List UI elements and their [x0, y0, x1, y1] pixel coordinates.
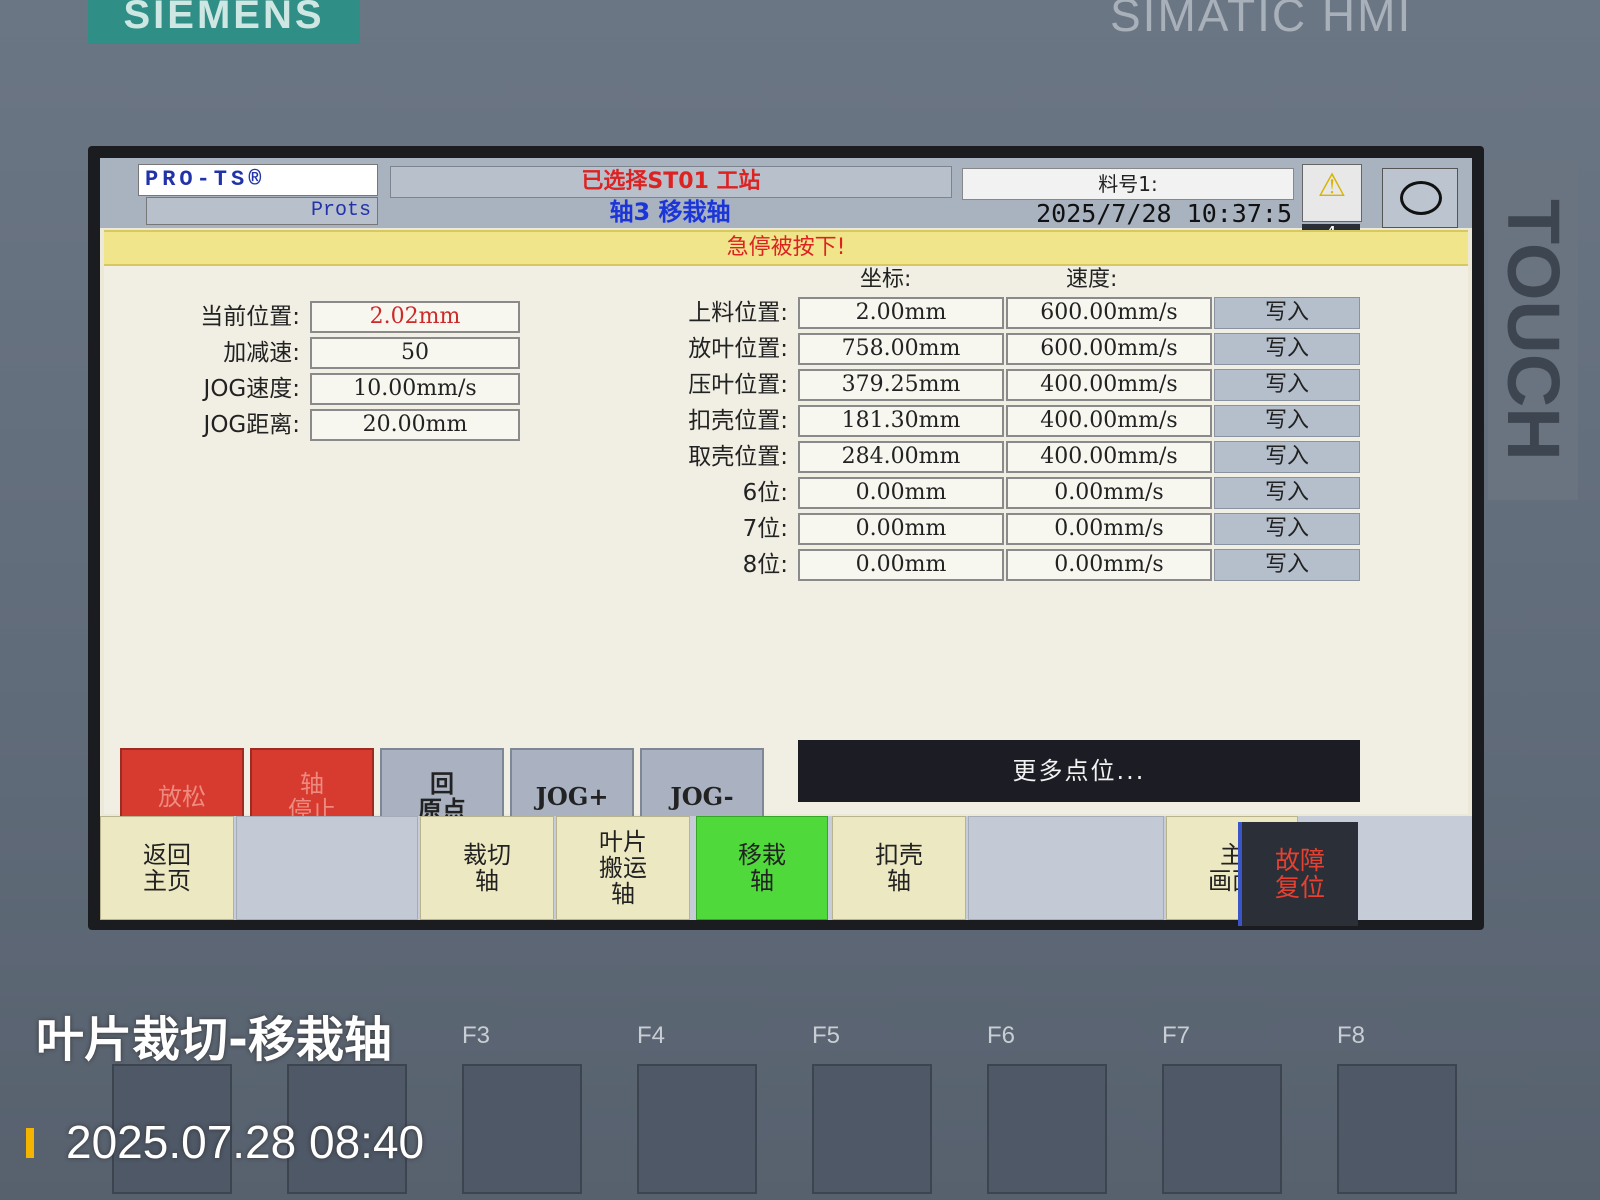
point-coord-field[interactable]: 284.00mm: [798, 441, 1004, 473]
screen-toggle-button[interactable]: [1382, 168, 1458, 228]
write-button[interactable]: 写入: [1214, 441, 1360, 473]
alarm-button[interactable]: ⚠: [1302, 164, 1362, 222]
write-button[interactable]: 写入: [1214, 477, 1360, 509]
param-label: JOG速度:: [203, 376, 300, 402]
nav-transfer-axis[interactable]: 移栽 轴: [696, 816, 828, 920]
fkey-label: F5: [812, 1022, 841, 1049]
point-label: 压叶位置:: [688, 372, 788, 398]
fkey-label: F7: [1162, 1022, 1191, 1049]
header-bar: PRO-TS® Prots 已选择ST01 工站 轴3 移栽轴 料号1: 202…: [100, 158, 1472, 244]
param-value-field[interactable]: 20.00mm: [310, 409, 520, 441]
station-indicator: 已选择ST01 工站: [390, 166, 952, 198]
point-coord-field[interactable]: 0.00mm: [798, 477, 1004, 509]
function-key-7[interactable]: [1162, 1064, 1282, 1194]
photo-caption: 叶片裁切-移栽轴: [36, 1012, 392, 1068]
write-button[interactable]: 写入: [1214, 405, 1360, 437]
point-label: 上料位置:: [688, 300, 788, 326]
nav-shell-axis[interactable]: 扣壳 轴: [832, 816, 966, 920]
circle-icon: [1400, 181, 1442, 215]
param-label: 当前位置:: [200, 304, 300, 330]
pro-ts-logo: PRO-TS®: [138, 164, 378, 196]
clock: 2025/7/28 10:37:5: [1036, 200, 1292, 228]
point-coord-field[interactable]: 181.30mm: [798, 405, 1004, 437]
write-button[interactable]: 写入: [1214, 333, 1360, 365]
point-coord-field[interactable]: 0.00mm: [798, 549, 1004, 581]
hmi-screen: PRO-TS® Prots 已选择ST01 工站 轴3 移栽轴 料号1: 202…: [100, 158, 1472, 920]
point-label: 7位:: [742, 516, 788, 542]
material-number: 料号1:: [962, 168, 1294, 200]
home-button[interactable]: 返回 主页: [100, 816, 234, 920]
point-speed-field[interactable]: 0.00mm/s: [1006, 549, 1212, 581]
prots-label: Prots: [146, 197, 378, 225]
more-points-button[interactable]: 更多点位...: [798, 740, 1360, 802]
write-button[interactable]: 写入: [1214, 369, 1360, 401]
param-value-field[interactable]: 50: [310, 337, 520, 369]
nav-blank-1: [236, 816, 418, 920]
fkey-label: F6: [987, 1022, 1016, 1049]
point-label: 6位:: [742, 480, 788, 506]
emergency-stop-banner: 急停被按下!: [104, 230, 1468, 266]
param-value-field[interactable]: 10.00mm/s: [310, 373, 520, 405]
photo-timestamp: 2025.07.28 08:40: [66, 1116, 425, 1168]
point-coord-field[interactable]: 379.25mm: [798, 369, 1004, 401]
point-speed-field[interactable]: 600.00mm/s: [1006, 297, 1212, 329]
point-label: 扣壳位置:: [688, 408, 788, 434]
write-button[interactable]: 写入: [1214, 513, 1360, 545]
point-speed-field[interactable]: 400.00mm/s: [1006, 369, 1212, 401]
point-label: 放叶位置:: [688, 336, 788, 362]
function-key-3[interactable]: [462, 1064, 582, 1194]
param-label: JOG距离:: [203, 412, 300, 438]
function-key-4[interactable]: [637, 1064, 757, 1194]
nav-blade-move-axis[interactable]: 叶片 搬运 轴: [556, 816, 690, 920]
write-button[interactable]: 写入: [1214, 297, 1360, 329]
function-key-8[interactable]: [1337, 1064, 1457, 1194]
fkey-label: F8: [1337, 1022, 1366, 1049]
point-coord-field[interactable]: 0.00mm: [798, 513, 1004, 545]
point-coord-field[interactable]: 758.00mm: [798, 333, 1004, 365]
fault-reset-button[interactable]: 故障 复位: [1238, 822, 1358, 926]
speed-column-header: 速度:: [1066, 267, 1118, 292]
caption-marker: [26, 1128, 34, 1158]
touch-label: TOUCH: [1488, 160, 1578, 500]
point-coord-field[interactable]: 2.00mm: [798, 297, 1004, 329]
point-speed-field[interactable]: 600.00mm/s: [1006, 333, 1212, 365]
point-speed-field[interactable]: 400.00mm/s: [1006, 405, 1212, 437]
coord-column-header: 坐标:: [860, 267, 912, 292]
point-speed-field[interactable]: 0.00mm/s: [1006, 477, 1212, 509]
nav-blank-2: [968, 816, 1164, 920]
write-button[interactable]: 写入: [1214, 549, 1360, 581]
siemens-logo: SIEMENS: [88, 0, 360, 44]
fkey-label: F3: [462, 1022, 491, 1049]
point-speed-field[interactable]: 400.00mm/s: [1006, 441, 1212, 473]
simatic-hmi-label: SIMATIC HMI: [1110, 0, 1413, 41]
axis-main-panel: 当前位置: 2.02mm 加减速: 50 JOG速度: 10.00mm/s JOG距离: 20…: [104, 266, 1468, 920]
nav-cut-axis[interactable]: 裁切 轴: [420, 816, 554, 920]
warning-triangle-icon: ⚠: [1317, 166, 1347, 204]
param-label: 加减速:: [223, 340, 300, 366]
page-title: 轴3 移栽轴: [609, 198, 731, 226]
function-key-5[interactable]: [812, 1064, 932, 1194]
point-speed-field[interactable]: 0.00mm/s: [1006, 513, 1212, 545]
param-value-field[interactable]: 2.02mm: [310, 301, 520, 333]
function-key-6[interactable]: [987, 1064, 1107, 1194]
fkey-label: F4: [637, 1022, 666, 1049]
point-label: 8位:: [742, 552, 788, 578]
point-label: 取壳位置:: [688, 444, 788, 470]
